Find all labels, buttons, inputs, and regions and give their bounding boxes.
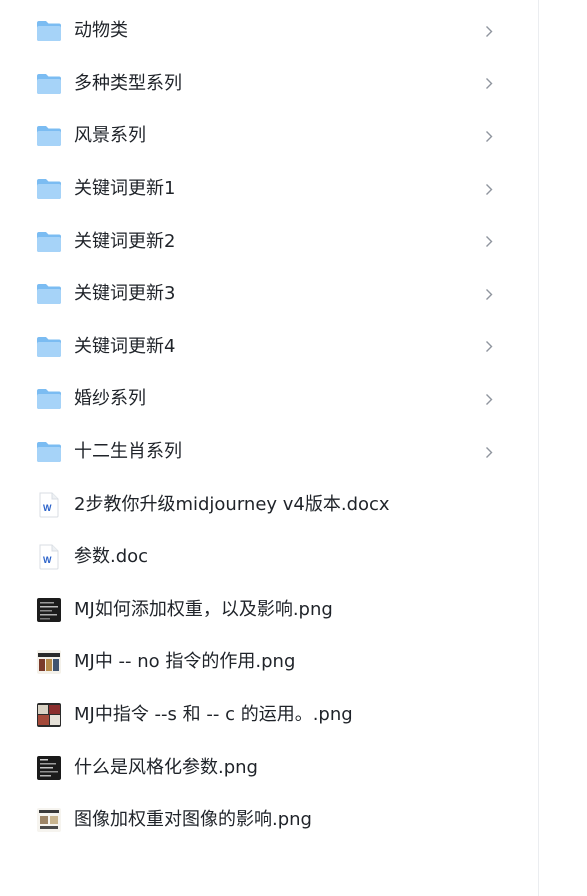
file-list: 动物类 多种类型系列 风景系列 关键词更新1 关键词更新2 关键词更新3 关键词… bbox=[0, 5, 538, 847]
image-thumbnail-icon bbox=[36, 597, 62, 623]
chevron-right-icon[interactable] bbox=[482, 182, 496, 196]
folder-row[interactable]: 关键词更新2 bbox=[0, 215, 538, 268]
file-row[interactable]: W 2步教你升级midjourney v4版本.docx bbox=[0, 478, 538, 531]
folder-icon bbox=[36, 176, 62, 202]
item-name: 风景系列 bbox=[74, 125, 146, 147]
folder-icon bbox=[36, 439, 62, 465]
chevron-right-icon[interactable] bbox=[482, 445, 496, 459]
item-name: 多种类型系列 bbox=[74, 72, 182, 94]
folder-icon bbox=[36, 334, 62, 360]
chevron-right-icon[interactable] bbox=[482, 24, 496, 38]
item-name: 2步教你升级midjourney v4版本.docx bbox=[74, 493, 390, 515]
chevron-right-icon[interactable] bbox=[482, 129, 496, 143]
chevron-right-icon[interactable] bbox=[482, 392, 496, 406]
file-row[interactable]: W 参数.doc bbox=[0, 531, 538, 584]
chevron-right-icon[interactable] bbox=[482, 340, 496, 354]
chevron-right-icon[interactable] bbox=[482, 235, 496, 249]
image-thumbnail-icon bbox=[36, 702, 62, 728]
item-name: 动物类 bbox=[74, 20, 128, 42]
folder-icon bbox=[36, 229, 62, 255]
folder-row[interactable]: 十二生肖系列 bbox=[0, 426, 538, 479]
item-name: 图像加权重对图像的影响.png bbox=[74, 809, 312, 831]
word-doc-icon: W bbox=[36, 544, 62, 570]
folder-icon bbox=[36, 123, 62, 149]
item-name: MJ中指令 --s 和 -- c 的运用。.png bbox=[74, 704, 353, 726]
folder-row[interactable]: 多种类型系列 bbox=[0, 58, 538, 111]
svg-text:W: W bbox=[43, 503, 52, 513]
file-row[interactable]: MJ中指令 --s 和 -- c 的运用。.png bbox=[0, 689, 538, 742]
item-name: 什么是风格化参数.png bbox=[74, 756, 258, 778]
item-name: 关键词更新4 bbox=[74, 335, 176, 357]
item-name: 关键词更新3 bbox=[74, 283, 176, 305]
folder-icon bbox=[36, 18, 62, 44]
item-name: MJ中 -- no 指令的作用.png bbox=[74, 651, 296, 673]
chevron-right-icon[interactable] bbox=[482, 77, 496, 91]
folder-row[interactable]: 动物类 bbox=[0, 5, 538, 58]
file-row[interactable]: MJ如何添加权重，以及影响.png bbox=[0, 584, 538, 637]
folder-row[interactable]: 关键词更新4 bbox=[0, 321, 538, 374]
item-name: 参数.doc bbox=[74, 546, 149, 568]
folder-icon bbox=[36, 71, 62, 97]
svg-text:W: W bbox=[43, 555, 52, 565]
image-thumbnail-icon bbox=[36, 755, 62, 781]
image-thumbnail-icon bbox=[36, 649, 62, 675]
image-thumbnail-icon bbox=[36, 807, 62, 833]
folder-icon bbox=[36, 281, 62, 307]
folder-row[interactable]: 风景系列 bbox=[0, 110, 538, 163]
item-name: 婚纱系列 bbox=[74, 388, 146, 410]
panel-divider bbox=[538, 0, 539, 896]
folder-row[interactable]: 关键词更新1 bbox=[0, 163, 538, 216]
item-name: 十二生肖系列 bbox=[74, 441, 182, 463]
word-doc-icon: W bbox=[36, 492, 62, 518]
file-row[interactable]: 什么是风格化参数.png bbox=[0, 741, 538, 794]
file-row[interactable]: MJ中 -- no 指令的作用.png bbox=[0, 636, 538, 689]
file-row[interactable]: 图像加权重对图像的影响.png bbox=[0, 794, 538, 847]
item-name: MJ如何添加权重，以及影响.png bbox=[74, 598, 333, 620]
folder-row[interactable]: 关键词更新3 bbox=[0, 268, 538, 321]
item-name: 关键词更新1 bbox=[74, 178, 176, 200]
folder-icon bbox=[36, 386, 62, 412]
item-name: 关键词更新2 bbox=[74, 230, 176, 252]
chevron-right-icon[interactable] bbox=[482, 287, 496, 301]
folder-row[interactable]: 婚纱系列 bbox=[0, 373, 538, 426]
